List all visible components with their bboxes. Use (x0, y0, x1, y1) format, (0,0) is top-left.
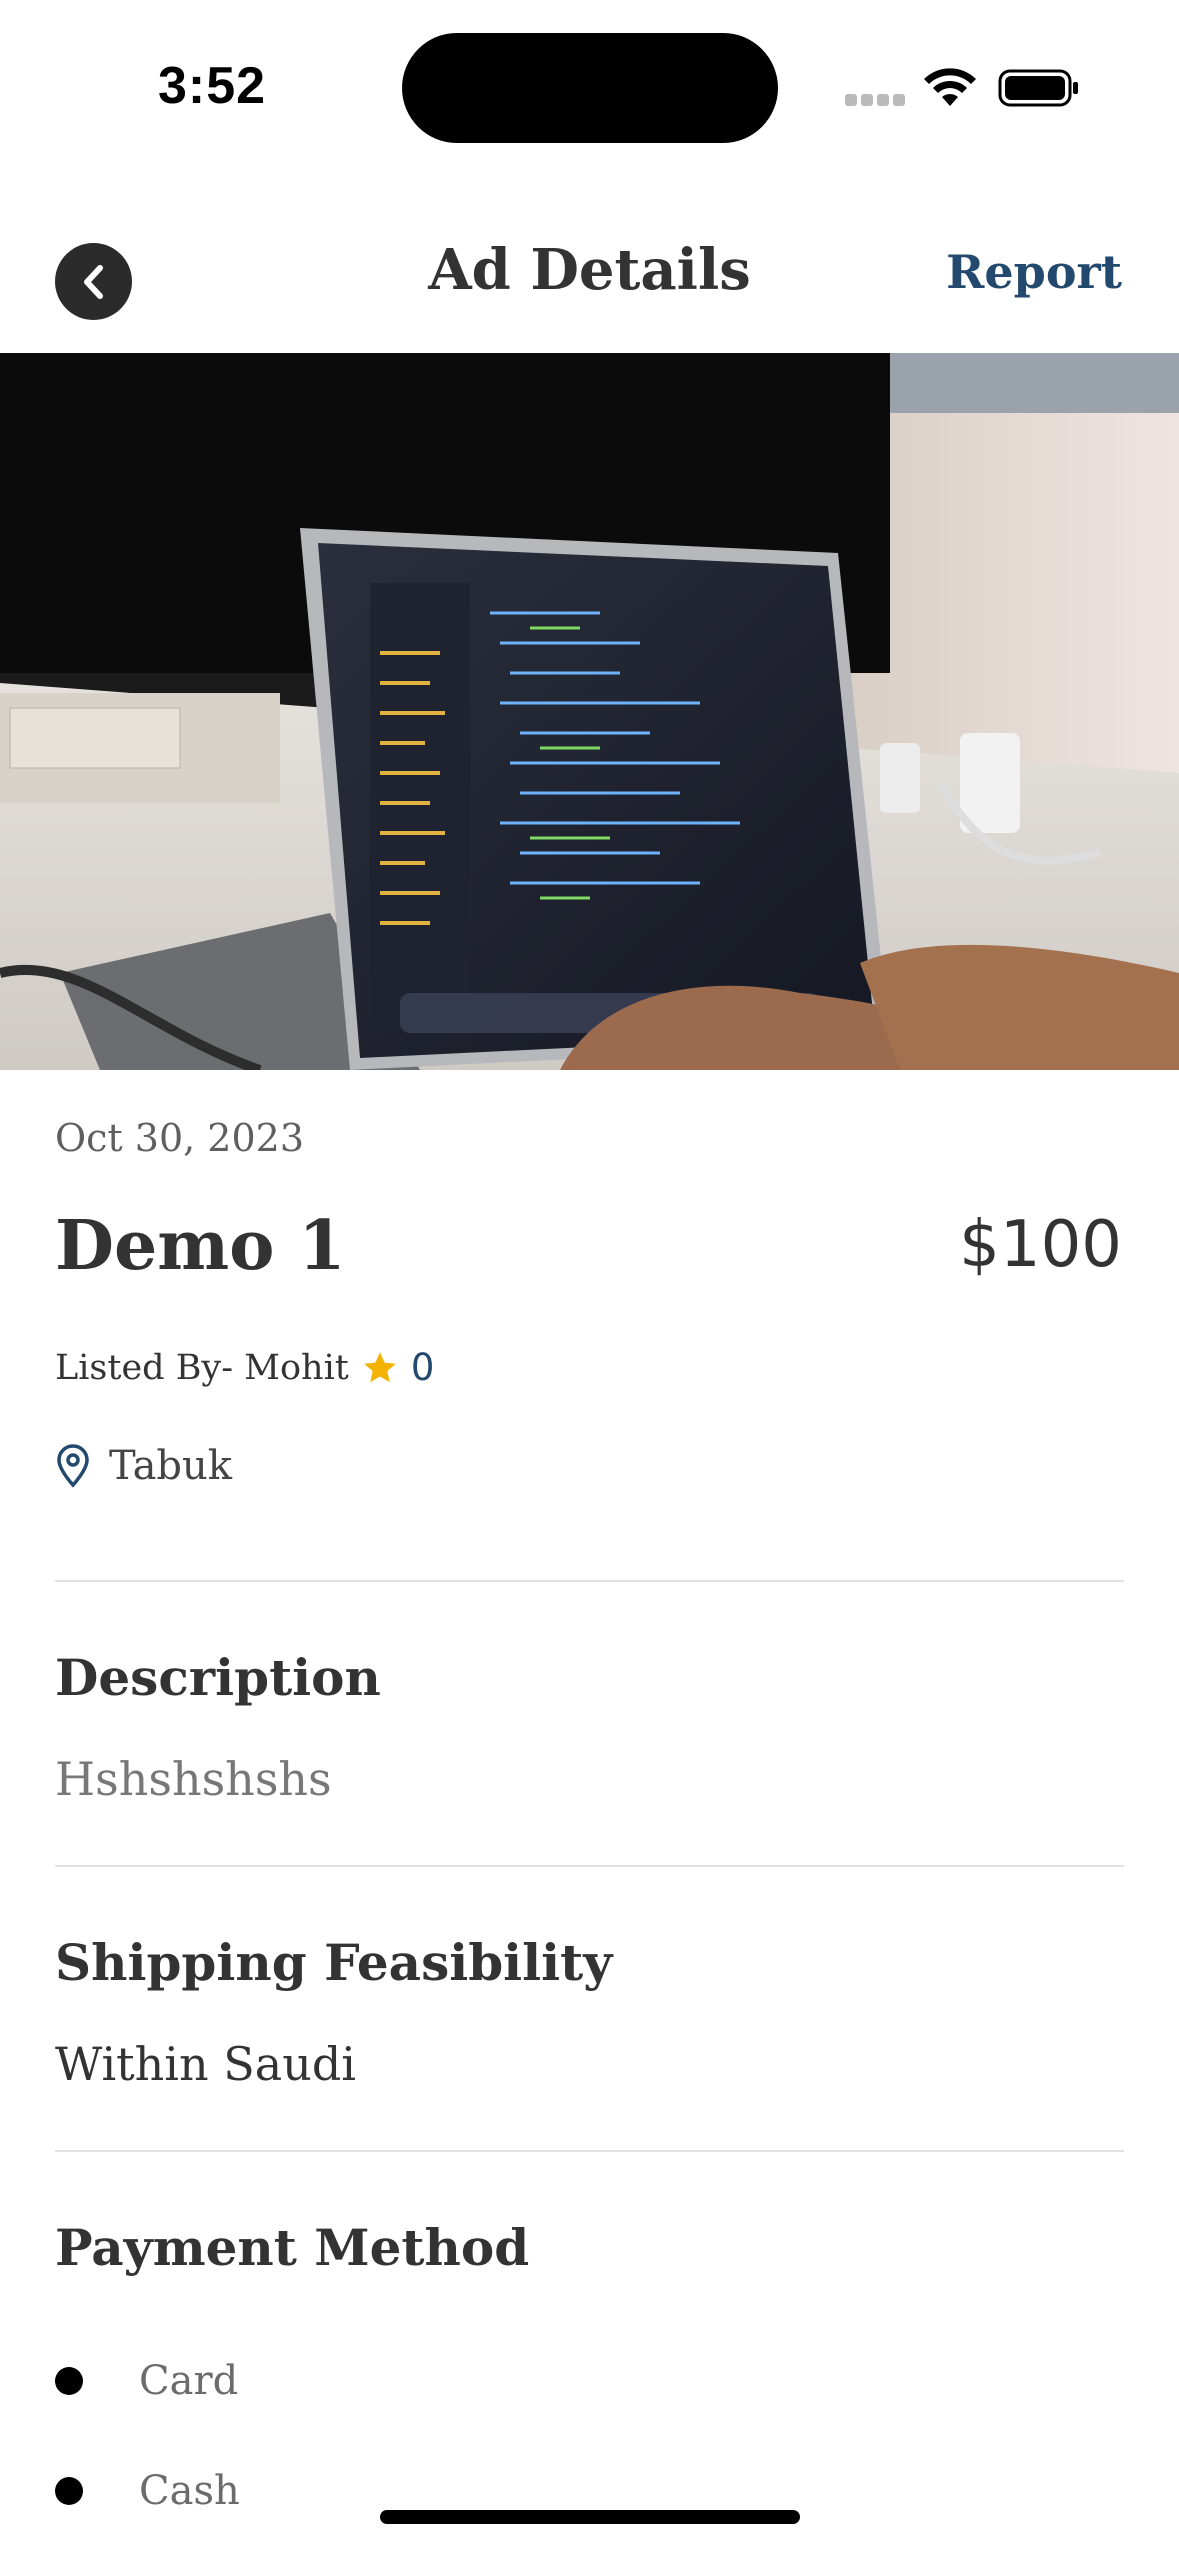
seller-rating: 0 (410, 1346, 435, 1389)
divider (55, 2150, 1124, 2152)
battery-icon (998, 69, 1078, 107)
ad-date: Oct 30, 2023 (55, 1116, 305, 1160)
divider (55, 1580, 1124, 1582)
dynamic-island (402, 33, 778, 143)
star-icon (364, 1351, 396, 1382)
cellular-signal-icon (845, 94, 905, 108)
location-text: Tabuk (109, 1443, 233, 1489)
location-pin-icon (57, 1444, 89, 1488)
status-bar: 3:52 (0, 0, 1179, 175)
app-header: Ad Details Report (0, 175, 1179, 353)
home-indicator[interactable] (380, 2510, 800, 2524)
shipping-heading: Shipping Feasibility (55, 1933, 613, 1992)
location-row: Tabuk (55, 1443, 232, 1489)
status-time: 3:52 (158, 57, 267, 115)
payment-method-item: Cash (55, 2468, 240, 2514)
payment-method-label: Cash (139, 2468, 240, 2514)
payment-heading: Payment Method (55, 2218, 530, 2277)
divider (55, 1865, 1124, 1867)
payment-method-label: Card (139, 2358, 239, 2404)
bullet (55, 2477, 83, 2505)
shipping-text: Within Saudi (55, 2037, 356, 2091)
listed-by-text: Listed By- Mohit (55, 1347, 349, 1388)
listed-by-row[interactable]: Listed By- Mohit 0 (55, 1346, 434, 1389)
ad-title: Demo 1 (55, 1206, 346, 1286)
bullet (55, 2367, 83, 2395)
ad-price: $100 (959, 1208, 1122, 1282)
description-heading: Description (55, 1648, 381, 1707)
description-text: Hshshshshs (55, 1752, 332, 1806)
wifi-icon (924, 68, 976, 106)
payment-method-item: Card (55, 2358, 238, 2404)
ad-photo[interactable] (0, 353, 1179, 1070)
ad-photo-illustration (0, 353, 1179, 1070)
report-button[interactable]: Report (946, 245, 1122, 299)
